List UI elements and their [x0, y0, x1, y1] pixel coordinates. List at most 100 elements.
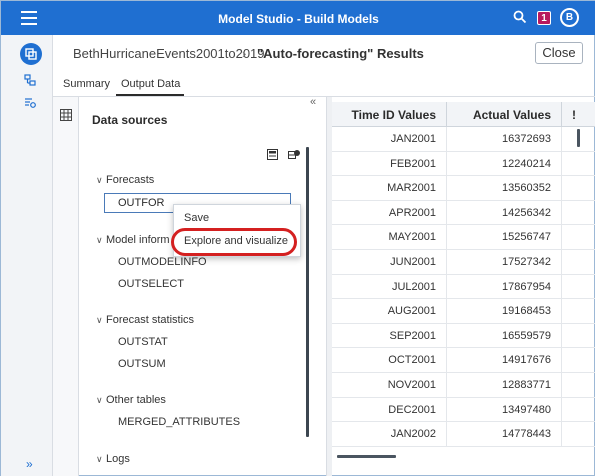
section-logs[interactable]: ∨ Logs — [96, 453, 130, 465]
list-item[interactable]: OUTSUM — [118, 358, 166, 370]
column-divider — [561, 274, 562, 299]
table-row[interactable]: MAR2001 13560352 — [332, 176, 595, 201]
list-item[interactable]: OUTSTAT — [118, 336, 168, 348]
collapse-panel-icon[interactable]: « — [310, 96, 316, 108]
cell-actual-value: 14778443 — [502, 428, 551, 441]
table-row[interactable]: JUL2001 17867954 — [332, 274, 595, 300]
table-header: Time ID Values Actual Values ! — [332, 102, 595, 127]
column-divider — [561, 127, 562, 151]
table-row[interactable]: JAN2001 16372693 — [332, 127, 595, 152]
cell-time-id: DEC2001 — [388, 403, 436, 416]
chevron-down-icon: ∨ — [96, 454, 103, 464]
nodes-icon[interactable] — [24, 74, 36, 86]
section-model-information[interactable]: ∨ Model inform — [96, 234, 170, 246]
chevron-down-icon: ∨ — [96, 235, 103, 245]
table-row[interactable]: MAY2001 15256747 — [332, 225, 595, 250]
cell-actual-value: 17867954 — [502, 280, 551, 293]
tabs-divider — [53, 96, 595, 97]
tab-output-data[interactable]: Output Data — [121, 78, 180, 90]
cell-time-id: APR2001 — [388, 206, 436, 219]
breadcrumb-separator: › — [242, 46, 247, 61]
column-header-warning[interactable]: ! — [572, 108, 582, 122]
cell-time-id: MAR2001 — [387, 182, 436, 195]
table-row[interactable]: DEC2001 13497480 — [332, 397, 595, 423]
cell-time-id: JUL2001 — [391, 280, 436, 293]
section-forecast-statistics[interactable]: ∨ Forecast statistics — [96, 314, 194, 326]
panel-title: Data sources — [92, 113, 168, 127]
column-divider — [561, 323, 562, 348]
top-bar: Model Studio - Build Models 1 B — [1, 1, 595, 35]
column-divider — [561, 151, 562, 176]
cell-actual-value: 13497480 — [502, 403, 551, 416]
cell-actual-value: 12883771 — [502, 378, 551, 391]
column-divider — [446, 102, 447, 127]
data-settings-icon[interactable] — [24, 97, 36, 109]
column-divider — [561, 397, 562, 422]
column-divider — [446, 274, 447, 299]
explore-data-icon[interactable] — [288, 149, 301, 160]
list-item[interactable]: OUTMODELINFO — [118, 256, 207, 268]
notification-badge[interactable]: 1 — [537, 11, 551, 25]
cell-time-id: FEB2001 — [390, 157, 436, 170]
column-divider — [446, 151, 447, 176]
cell-actual-value: 13560352 — [502, 182, 551, 195]
table-row[interactable]: FEB2001 12240214 — [332, 151, 595, 177]
cell-time-id: MAY2001 — [388, 231, 437, 244]
breadcrumb[interactable]: BethHurricaneEvents2001to2019 — [73, 46, 265, 61]
table-vertical-scrollbar[interactable] — [577, 129, 580, 147]
table-row[interactable]: APR2001 14256342 — [332, 200, 595, 226]
column-divider — [446, 422, 447, 446]
chevron-down-icon: ∨ — [96, 175, 103, 185]
column-divider — [561, 200, 562, 225]
page-title: "Auto-forecasting" Results — [257, 46, 424, 61]
table-row[interactable]: AUG2001 19168453 — [332, 299, 595, 324]
list-item[interactable]: OUTSELECT — [118, 278, 184, 290]
cell-actual-value: 15256747 — [502, 231, 551, 244]
close-button[interactable]: Close — [535, 42, 583, 64]
save-table-icon[interactable] — [267, 149, 278, 160]
column-divider — [561, 299, 562, 323]
section-forecasts[interactable]: ∨ Forecasts — [96, 174, 154, 186]
cell-actual-value: 12240214 — [502, 157, 551, 170]
column-divider — [446, 225, 447, 249]
pipeline-icon[interactable] — [20, 43, 42, 65]
cell-time-id: SEP2001 — [389, 329, 436, 342]
app-title: Model Studio - Build Models — [218, 12, 379, 26]
cell-time-id: NOV2001 — [387, 378, 436, 391]
search-icon[interactable] — [513, 10, 527, 24]
column-divider — [561, 249, 562, 274]
column-header-actual-values[interactable]: Actual Values — [448, 108, 551, 122]
table-row[interactable]: JAN2002 14778443 — [332, 422, 595, 447]
menu-item-save[interactable]: Save — [184, 212, 209, 224]
table-horizontal-scrollbar[interactable] — [337, 455, 396, 458]
column-divider — [446, 176, 447, 200]
column-divider — [446, 323, 447, 348]
column-divider — [446, 372, 447, 397]
table-row[interactable]: OCT2001 14917676 — [332, 348, 595, 373]
cell-actual-value: 19168453 — [502, 305, 551, 318]
table-view-icon[interactable] — [60, 109, 72, 121]
column-divider — [561, 225, 562, 249]
avatar[interactable]: B — [560, 8, 579, 27]
panel-scrollbar[interactable] — [306, 147, 309, 437]
view-strip — [53, 97, 79, 476]
column-divider — [446, 200, 447, 225]
table-row[interactable]: JUN2001 17527342 — [332, 249, 595, 275]
table-row[interactable]: SEP2001 16559579 — [332, 323, 595, 349]
app-window: Model Studio - Build Models 1 B » BethHu… — [0, 0, 595, 476]
table-row[interactable]: NOV2001 12883771 — [332, 372, 595, 398]
column-divider — [446, 397, 447, 422]
column-divider — [561, 422, 562, 446]
chevron-down-icon: ∨ — [96, 315, 103, 325]
column-divider — [561, 372, 562, 397]
table-body: JAN2001 16372693 FEB2001 12240214 MAR2001 135… — [332, 127, 595, 447]
cell-actual-value: 16559579 — [502, 329, 551, 342]
column-divider — [561, 348, 562, 372]
cell-actual-value: 17527342 — [502, 255, 551, 268]
expand-icon[interactable]: » — [26, 457, 33, 471]
list-item[interactable]: MERGED_ATTRIBUTES — [118, 416, 240, 428]
column-header-time-id[interactable]: Time ID Values — [332, 108, 437, 122]
tab-summary[interactable]: Summary — [63, 78, 110, 90]
section-other-tables[interactable]: ∨ Other tables — [96, 394, 166, 406]
chevron-down-icon: ∨ — [96, 395, 103, 405]
